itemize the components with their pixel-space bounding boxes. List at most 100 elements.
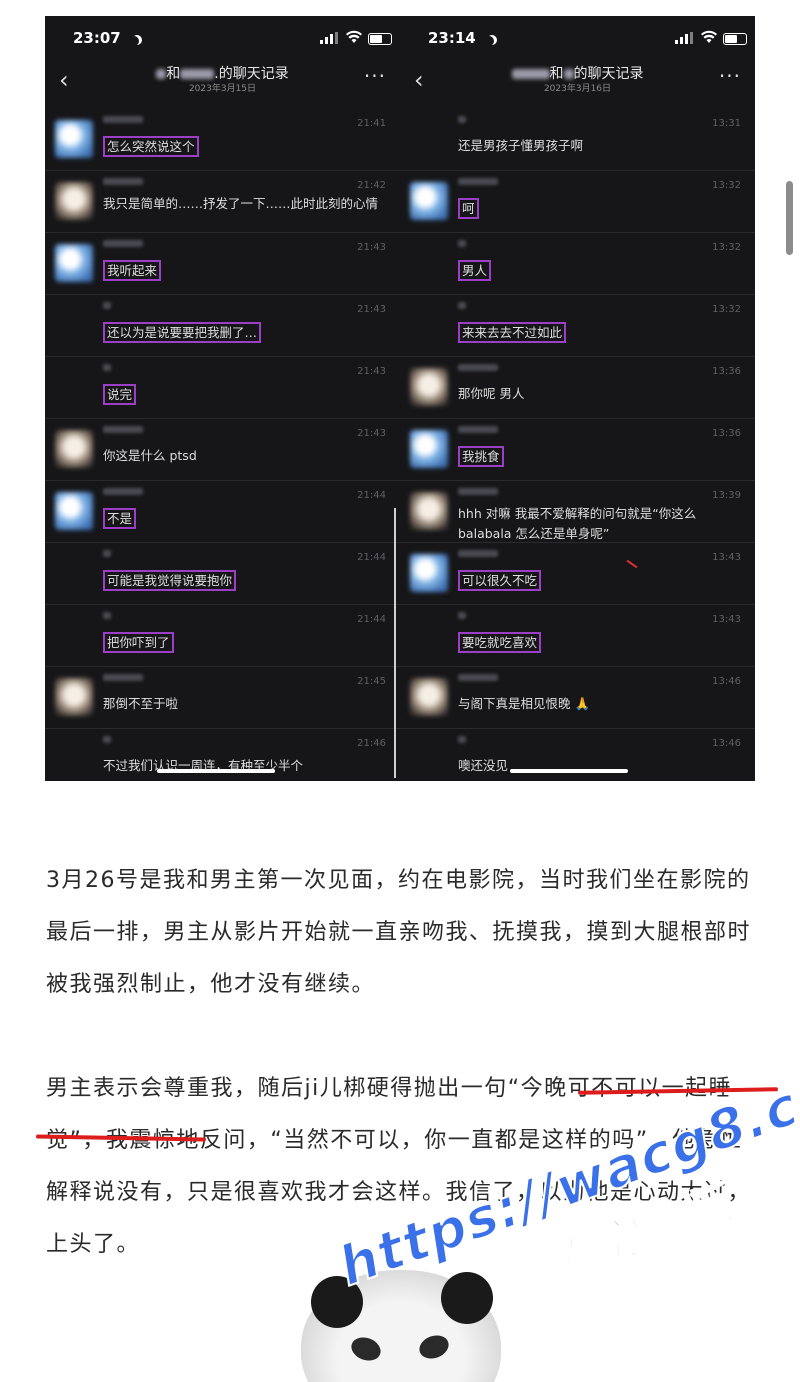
chat-message: 13:32 呵 <box>400 170 755 233</box>
message-time: 13:31 <box>712 118 741 129</box>
message-time: 21:43 <box>357 428 386 439</box>
blurred-sender-name <box>458 302 466 309</box>
message-text: 那你呢 男人 <box>458 386 525 401</box>
wifi-icon <box>701 30 717 43</box>
chat-message: 21:46 不过我们认识一周连，有种至少半个 <box>45 728 400 781</box>
moon-icon <box>125 32 139 50</box>
signal-icon <box>675 32 693 44</box>
chat-history-date: 2023年3月15日 <box>188 84 257 94</box>
chat-screenshot-pair: 23:07 ‹ 和 .的聊天记录 2023年3月15日 ··· 21:41 怎么突然… <box>45 16 755 781</box>
page-scrollbar[interactable] <box>786 181 793 255</box>
title-tail: .的聊天记录 <box>214 66 289 82</box>
title-tail: 的聊天记录 <box>573 66 644 82</box>
avatar <box>55 182 93 220</box>
more-icon[interactable]: ··· <box>719 64 741 88</box>
avatar <box>55 492 93 530</box>
avatar <box>410 554 448 592</box>
avatar <box>55 678 93 716</box>
blurred-sender-name <box>458 116 466 123</box>
chat-message: 13:36 那你呢 男人 <box>400 356 755 419</box>
chat-message: 21:42 我只是简单的……抒发了一下……此时此刻的心情 <box>45 170 400 233</box>
message-time: 21:44 <box>357 490 386 501</box>
blurred-sender-name <box>103 364 111 371</box>
panda-ear <box>441 1272 493 1324</box>
chat-history-title: 和 .的聊天记录 <box>45 63 400 83</box>
chat-history-date: 2023年3月16日 <box>543 84 612 94</box>
message-text: 那倒不至于啦 <box>103 696 179 711</box>
chat-screenshot-left: 23:07 ‹ 和 .的聊天记录 2023年3月15日 ··· 21:41 怎么突然… <box>45 16 400 781</box>
blurred-sender-name <box>103 178 143 185</box>
highlighted-message-text: 还以为是说要要把我删了… <box>103 322 262 343</box>
wifi-icon <box>346 30 362 43</box>
highlighted-message-text: 不是 <box>103 508 137 529</box>
highlighted-message-text: 可以很久不吃 <box>458 570 542 591</box>
chat-message: 21:45 那倒不至于啦 <box>45 666 400 729</box>
blurred-sender-name <box>458 612 466 619</box>
avatar <box>410 430 448 468</box>
message-time: 21:41 <box>357 118 386 129</box>
battery-icon <box>368 33 392 45</box>
highlighted-message-text: 呵 <box>458 198 479 219</box>
panda-meme-image <box>293 1268 508 1382</box>
highlighted-message-text: 怎么突然说这个 <box>103 136 199 157</box>
chat-message: 21:43 我听起来 <box>45 232 400 295</box>
blurred-sender-name <box>103 674 143 681</box>
blurred-sender-name <box>458 240 466 247</box>
status-time: 23:14 <box>428 29 476 47</box>
blurred-sender-name <box>458 736 466 743</box>
signal-icon <box>320 32 338 44</box>
chat-message: 13:43 可以很久不吃 <box>400 542 755 605</box>
chat-message: 13:39 hhh 对嘛 我最不爱解释的问句就是“你这么balabala 怎么还是… <box>400 480 755 543</box>
message-time: 21:43 <box>357 304 386 315</box>
chat-history-header: ‹ 和的聊天记录 2023年3月16日 ··· <box>400 60 755 108</box>
message-time: 21:42 <box>357 180 386 191</box>
highlighted-message-text: 我听起来 <box>103 260 162 281</box>
message-time: 21:44 <box>357 552 386 563</box>
blurred-name <box>511 69 550 79</box>
moon-icon <box>480 32 494 50</box>
title-connector: 和 <box>166 66 181 82</box>
message-time: 13:32 <box>712 242 741 253</box>
chat-message: 13:36 我挑食 <box>400 418 755 481</box>
chat-message: 21:44 不是 <box>45 480 400 543</box>
chat-message: 13:32 男人 <box>400 232 755 295</box>
blurred-sender-name <box>458 488 498 495</box>
chat-message: 13:43 要吃就吃喜欢 <box>400 604 755 667</box>
message-time: 13:36 <box>712 366 741 377</box>
message-text: hhh 对嘛 我最不爱解释的问句就是“你这么balabala 怎么还是单身呢” <box>458 506 697 541</box>
message-time: 13:32 <box>712 180 741 191</box>
blurred-sender-name <box>458 674 498 681</box>
home-indicator <box>510 769 628 773</box>
highlighted-message-text: 可能是我觉得说要抱你 <box>103 570 237 591</box>
message-time: 21:46 <box>357 738 386 749</box>
panda-ear <box>311 1276 363 1328</box>
avatar <box>410 678 448 716</box>
blurred-sender-name <box>103 116 143 123</box>
message-time: 13:43 <box>712 552 741 563</box>
avatar <box>55 120 93 158</box>
blurred-sender-name <box>458 178 498 185</box>
scroll-indicator <box>394 508 396 778</box>
blurred-sender-name <box>458 550 498 557</box>
battery-icon <box>723 33 747 45</box>
avatar <box>410 368 448 406</box>
more-icon[interactable]: ··· <box>364 64 386 88</box>
chat-message: 21:43 说完 <box>45 356 400 419</box>
article-paragraph: 男主表示会尊重我，随后ji儿梆硬得抛出一句“今晚可不可以一起睡觉”，我震惊地反问… <box>46 1063 766 1271</box>
chat-message: 21:44 可能是我觉得说要抱你 <box>45 542 400 605</box>
blurred-sender-name <box>103 488 143 495</box>
highlighted-message-text: 要吃就吃喜欢 <box>458 632 542 653</box>
status-time: 23:07 <box>73 29 121 47</box>
avatar <box>410 492 448 530</box>
chat-message: 13:46 与阁下真是相见恨晚 🙏 <box>400 666 755 729</box>
chat-message: 21:43 还以为是说要要把我删了… <box>45 294 400 357</box>
blurred-sender-name <box>458 426 498 433</box>
chat-message: 21:44 把你吓到了 <box>45 604 400 667</box>
message-time: 21:43 <box>357 242 386 253</box>
blurred-sender-name <box>103 736 111 743</box>
chat-message: 13:46 噢还没见 <box>400 728 755 781</box>
paragraph-text: 男主表示会尊重我，随后ji儿梆硬得抛出一句 <box>46 1076 508 1101</box>
message-text: 还是男孩子懂男孩子啊 <box>458 138 584 153</box>
chat-message: 21:43 你这是什么 ptsd <box>45 418 400 481</box>
message-time: 21:45 <box>357 676 386 687</box>
